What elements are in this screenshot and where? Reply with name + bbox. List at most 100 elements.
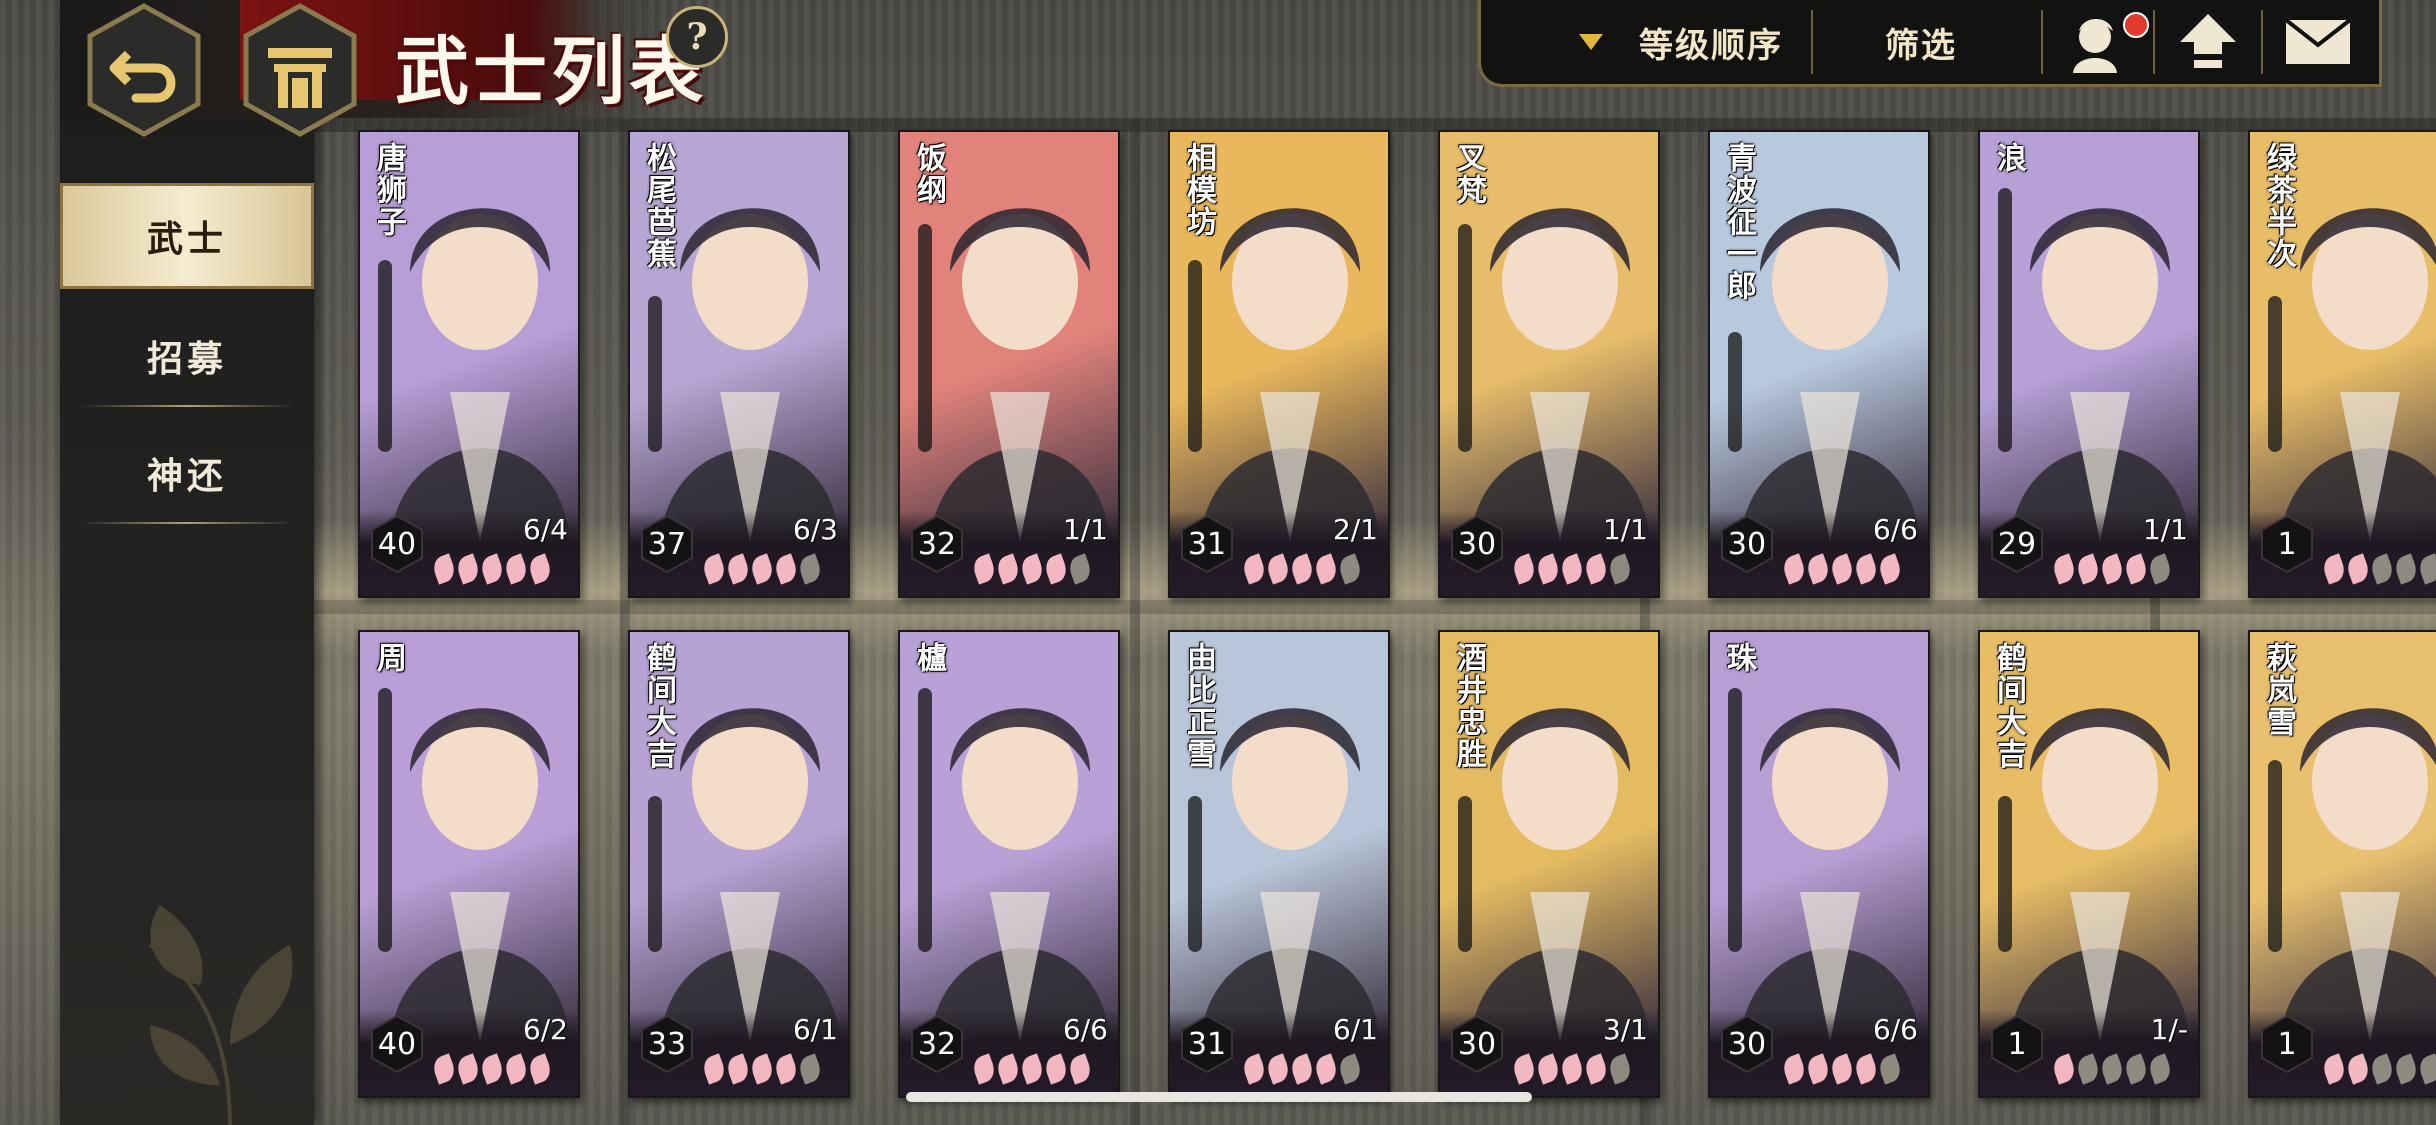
level-value: 30 xyxy=(1727,526,1767,562)
petal-icon xyxy=(2368,553,2396,585)
petal-icon xyxy=(2320,1053,2348,1085)
skill-progress: 1/1 xyxy=(1602,513,1648,546)
rarity-petals xyxy=(2050,553,2174,585)
home-indicator xyxy=(906,1092,1532,1102)
samurai-card[interactable]: 酒井忠胜 30 3/1 xyxy=(1438,630,1660,1098)
petal-icon xyxy=(1264,1053,1292,1085)
samurai-card[interactable]: 青波征一郎 30 6/6 xyxy=(1708,130,1930,598)
petal-icon xyxy=(2344,553,2372,585)
samurai-card[interactable]: 相模坊 31 2/1 xyxy=(1168,130,1390,598)
samurai-card[interactable]: 叉梵 30 1/1 xyxy=(1438,130,1660,598)
samurai-card[interactable]: 鹤间大吉 33 6/1 xyxy=(628,630,850,1098)
help-button[interactable]: ? xyxy=(666,6,728,68)
character-name: 青波征一郎 xyxy=(1721,142,1756,302)
character-portrait xyxy=(1710,632,1928,1042)
affection-gauge xyxy=(918,224,932,452)
petal-icon xyxy=(1042,553,1070,585)
home-button[interactable] xyxy=(240,2,360,138)
petal-icon xyxy=(1312,1053,1340,1085)
character-button[interactable] xyxy=(2043,0,2153,84)
level-value: 1 xyxy=(2277,1026,2297,1062)
rarity-petals xyxy=(1240,1053,1364,1085)
back-button[interactable] xyxy=(84,2,204,138)
affection-gauge xyxy=(1188,260,1202,452)
petal-icon xyxy=(2320,553,2348,585)
filter-button[interactable]: 筛选 xyxy=(1813,0,2029,84)
petal-icon xyxy=(994,1053,1022,1085)
samurai-card[interactable]: 唐狮子 40 6/4 xyxy=(358,130,580,598)
level-value: 31 xyxy=(1187,526,1227,562)
petal-icon xyxy=(1264,553,1292,585)
petal-icon xyxy=(1876,553,1904,585)
rarity-petals xyxy=(700,1053,824,1085)
skill-progress: 1/1 xyxy=(1062,513,1108,546)
level-badge: 33 xyxy=(640,1014,694,1074)
level-badge: 1 xyxy=(2260,514,2314,574)
samurai-card[interactable]: 浪 29 1/1 xyxy=(1978,130,2200,598)
petal-icon xyxy=(700,553,728,585)
sidebar-item-samurai[interactable]: 武士 xyxy=(60,183,314,289)
home-upgrade-icon xyxy=(2180,14,2236,68)
samurai-card[interactable]: 绿茶半次 1 xyxy=(2248,130,2436,598)
petal-icon xyxy=(1780,553,1808,585)
petal-icon xyxy=(454,1053,482,1085)
level-value: 40 xyxy=(377,526,417,562)
level-badge: 30 xyxy=(1720,1014,1774,1074)
petal-icon xyxy=(748,1053,776,1085)
rarity-petals xyxy=(1510,553,1634,585)
petal-icon xyxy=(1606,553,1634,585)
mail-button[interactable] xyxy=(2263,0,2373,84)
petal-icon xyxy=(1852,1053,1880,1085)
samurai-card[interactable]: 由比正雪 31 6/1 xyxy=(1168,630,1390,1098)
petal-icon xyxy=(2074,1053,2102,1085)
samurai-card[interactable]: 饭纲 32 1/1 xyxy=(898,130,1120,598)
sort-dropdown[interactable]: 等级顺序 xyxy=(1521,0,1841,84)
character-name: 叉梵 xyxy=(1451,142,1486,206)
character-name: 珠 xyxy=(1721,642,1756,674)
level-badge: 31 xyxy=(1180,1014,1234,1074)
petal-icon xyxy=(1828,553,1856,585)
sidebar-item-label: 武士 xyxy=(146,218,227,260)
petal-icon xyxy=(2392,553,2420,585)
divider xyxy=(80,522,294,524)
sidebar-item-recruit[interactable]: 招募 xyxy=(60,303,314,409)
petal-icon xyxy=(2146,1053,2174,1085)
petal-icon xyxy=(772,1053,800,1085)
sidebar-item-return[interactable]: 神还 xyxy=(60,420,314,526)
affection-gauge xyxy=(2268,296,2282,452)
petal-icon xyxy=(796,553,824,585)
upgrade-button[interactable] xyxy=(2155,0,2261,84)
petal-icon xyxy=(1510,1053,1538,1085)
samurai-card[interactable]: 萩岚雪 1 xyxy=(2248,630,2436,1098)
level-badge: 40 xyxy=(370,1014,424,1074)
petal-icon xyxy=(1288,1053,1316,1085)
samurai-card[interactable]: 櫨 32 6/6 xyxy=(898,630,1120,1098)
character-name: 浪 xyxy=(1991,142,2026,174)
divider xyxy=(80,405,294,407)
samurai-card[interactable]: 周 40 6/2 xyxy=(358,630,580,1098)
dropdown-triangle-icon xyxy=(1579,34,1603,50)
skill-progress: 6/1 xyxy=(1332,1013,1378,1046)
petal-icon xyxy=(1534,553,1562,585)
samurai-card[interactable]: 松尾芭蕉 37 6/3 xyxy=(628,130,850,598)
petal-icon xyxy=(502,553,530,585)
character-portrait xyxy=(900,632,1118,1042)
mail-icon xyxy=(2284,18,2352,64)
petal-icon xyxy=(1510,553,1538,585)
character-name: 唐狮子 xyxy=(371,142,406,238)
level-value: 31 xyxy=(1187,1026,1227,1062)
petal-icon xyxy=(970,553,998,585)
petal-icon xyxy=(2392,1053,2420,1085)
petal-icon xyxy=(1780,1053,1808,1085)
level-value: 37 xyxy=(647,526,687,562)
petal-icon xyxy=(2344,1053,2372,1085)
petal-icon xyxy=(2122,1053,2150,1085)
samurai-card[interactable]: 珠 30 6/6 xyxy=(1708,630,1930,1098)
petal-icon xyxy=(1288,553,1316,585)
rarity-petals xyxy=(970,1053,1094,1085)
character-name: 由比正雪 xyxy=(1181,642,1216,770)
samurai-card[interactable]: 鹤间大吉 1 1/- xyxy=(1978,630,2200,1098)
rarity-petals xyxy=(2320,553,2436,585)
petal-icon xyxy=(2050,1053,2078,1085)
petal-icon xyxy=(526,1053,554,1085)
